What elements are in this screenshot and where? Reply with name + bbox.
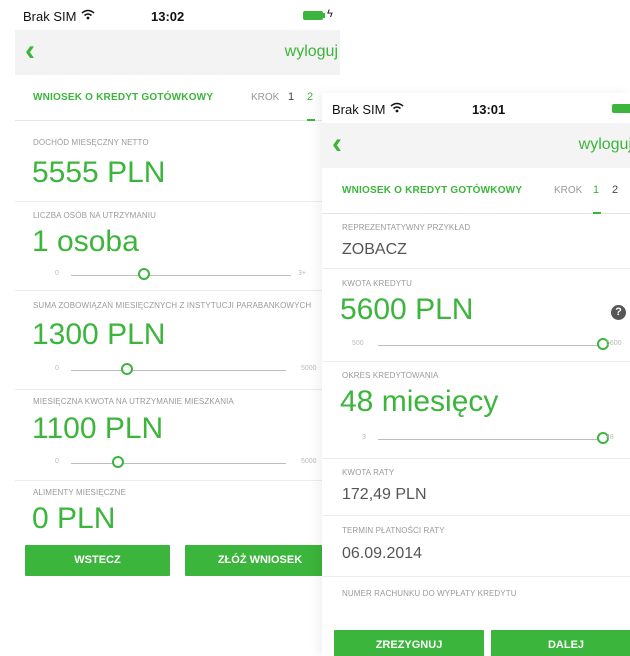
amount-field: KWOTA KREDYTU 5600 PLN ? 500 5600 <box>322 269 630 362</box>
obligations-field: SUMA ZOBOWIĄZAŃ MIESIĘCZNYCH Z INSTYTUCJ… <box>15 291 340 390</box>
back-arrow-icon[interactable]: ‹ <box>332 129 342 159</box>
account-label: NUMER RACHUNKU DO WYPŁATY KREDYTU <box>342 589 517 598</box>
slider-max: 48 <box>606 434 614 441</box>
form-title: WNIOSEK O KREDYT GOTÓWKOWY <box>33 92 214 103</box>
alimony-label: ALIMENTY MIESIĘCZNE <box>33 488 126 497</box>
dependents-field: LICZBA OSÓB NA UTRZYMANIU 1 osoba 0 3+ <box>15 202 340 291</box>
obligations-slider[interactable]: 0 5000 <box>33 363 323 377</box>
example-label: REPREZENTATYWNY PRZYKŁAD <box>342 223 471 232</box>
nav-bar: ‹ wyloguj <box>15 30 340 75</box>
slider-track <box>378 439 603 440</box>
slider-max: 3+ <box>298 270 306 277</box>
step-1-indicator[interactable]: 1 <box>288 91 294 103</box>
back-arrow-icon[interactable]: ‹ <box>25 36 35 66</box>
slider-max: 5000 <box>301 365 317 372</box>
screen-step-2: Brak SIM 13:02 ϟ ‹ wyloguj WNIOSEK O KRE… <box>15 0 340 580</box>
form-header: WNIOSEK O KREDYT GOTÓWKOWY KROK 1 2 <box>15 76 340 121</box>
account-field[interactable]: NUMER RACHUNKU DO WYPŁATY KREDYTU <box>322 577 630 617</box>
housing-value: 1100 PLN <box>32 412 164 445</box>
next-button[interactable]: DALEJ <box>491 630 630 656</box>
income-field: DOCHÓD MIESĘCZNY NETTO 5555 PLN <box>15 121 340 202</box>
housing-slider[interactable]: 0 5000 <box>33 456 323 470</box>
slider-thumb[interactable] <box>137 268 150 280</box>
nav-bar: ‹ wyloguj <box>322 123 630 168</box>
period-field: OKRES KREDYTOWANIA 48 miesięcy 3 48 <box>322 362 630 459</box>
slider-min: 500 <box>352 340 364 347</box>
battery-icon <box>612 104 630 113</box>
status-bar: Brak SIM 13:01 <box>322 93 630 123</box>
wifi-icon <box>81 9 95 23</box>
housing-field: MIESIĘCZNA KWOTA NA UTRZYMANIE MIESZKANI… <box>15 390 340 481</box>
alimony-field: ALIMENTY MIESIĘCZNE 0 PLN <box>15 481 340 537</box>
logout-link[interactable]: wyloguj <box>285 43 338 61</box>
period-slider[interactable]: 3 48 <box>340 432 620 446</box>
slider-min: 0 <box>55 365 59 372</box>
installment-field: KWOTA RATY 172,49 PLN <box>322 459 630 516</box>
housing-label: MIESIĘCZNA KWOTA NA UTRZYMANIE MIESZKANI… <box>33 397 234 406</box>
dependents-value: 1 osoba <box>32 225 139 258</box>
logout-link[interactable]: wyloguj <box>579 136 630 154</box>
slider-thumb[interactable] <box>112 456 125 468</box>
carrier-label: Brak SIM <box>332 102 386 117</box>
due-date-value: 06.09.2014 <box>342 545 423 562</box>
step-label: KROK <box>554 185 583 196</box>
step-1-indicator[interactable]: 1 <box>593 184 599 196</box>
slider-track <box>71 463 286 464</box>
dependents-slider[interactable]: 0 3+ <box>33 268 318 282</box>
income-label: DOCHÓD MIESĘCZNY NETTO <box>33 138 149 147</box>
battery-icon <box>303 11 323 20</box>
slider-min: 3 <box>362 434 366 441</box>
alimony-value: 0 PLN <box>32 502 116 535</box>
example-field[interactable]: REPREZENTATYWNY PRZYKŁAD ZOBACZ <box>322 214 630 269</box>
due-date-label: TERMIN PŁATNOŚCI RATY <box>342 526 445 535</box>
form-title: WNIOSEK O KREDYT GOTÓWKOWY <box>342 185 523 196</box>
step-label: KROK <box>251 92 280 103</box>
installment-label: KWOTA RATY <box>342 468 395 477</box>
obligations-value: 1300 PLN <box>32 318 166 351</box>
screen-step-1: Brak SIM 13:01 ‹ wyloguj WNIOSEK O KREDY… <box>322 93 630 656</box>
submit-application-button[interactable]: ZŁÓŻ WNIOSEK <box>185 545 335 576</box>
amount-label: KWOTA KREDYTU <box>342 279 413 288</box>
period-label: OKRES KREDYTOWANIA <box>342 371 439 380</box>
form-header: WNIOSEK O KREDYT GOTÓWKOWY KROK 1 2 <box>322 169 630 214</box>
help-icon[interactable]: ? <box>611 305 626 320</box>
amount-slider[interactable]: 500 5600 <box>340 338 622 352</box>
example-link[interactable]: ZOBACZ <box>342 241 407 259</box>
slider-track <box>71 275 291 276</box>
resign-button[interactable]: ZREZYGNUJ <box>334 630 484 656</box>
status-bar: Brak SIM 13:02 ϟ <box>15 0 340 30</box>
period-value: 48 miesięcy <box>340 385 499 418</box>
amount-value: 5600 PLN <box>340 293 474 326</box>
battery-tip <box>323 13 325 18</box>
slider-thumb[interactable] <box>120 363 133 375</box>
status-time: 13:02 <box>151 9 185 24</box>
carrier-label: Brak SIM <box>23 9 77 24</box>
step-2-indicator[interactable]: 2 <box>612 184 618 196</box>
charging-icon: ϟ <box>327 8 333 20</box>
step-2-indicator[interactable]: 2 <box>307 91 313 103</box>
slider-max: 5000 <box>301 458 317 465</box>
due-date-field: TERMIN PŁATNOŚCI RATY 06.09.2014 <box>322 516 630 577</box>
status-time: 13:01 <box>472 102 506 117</box>
slider-min: 0 <box>55 270 59 277</box>
slider-track <box>378 345 603 346</box>
slider-track <box>71 370 286 371</box>
back-button[interactable]: WSTECZ <box>25 545 170 576</box>
obligations-label: SUMA ZOBOWIĄZAŃ MIESIĘCZNYCH Z INSTYTUCJ… <box>33 301 312 310</box>
wifi-icon <box>390 102 404 116</box>
slider-min: 0 <box>55 458 59 465</box>
dependents-label: LICZBA OSÓB NA UTRZYMANIU <box>33 211 156 220</box>
slider-max: 5600 <box>606 340 622 347</box>
income-value[interactable]: 5555 PLN <box>32 156 165 190</box>
installment-value: 172,49 PLN <box>342 486 427 503</box>
